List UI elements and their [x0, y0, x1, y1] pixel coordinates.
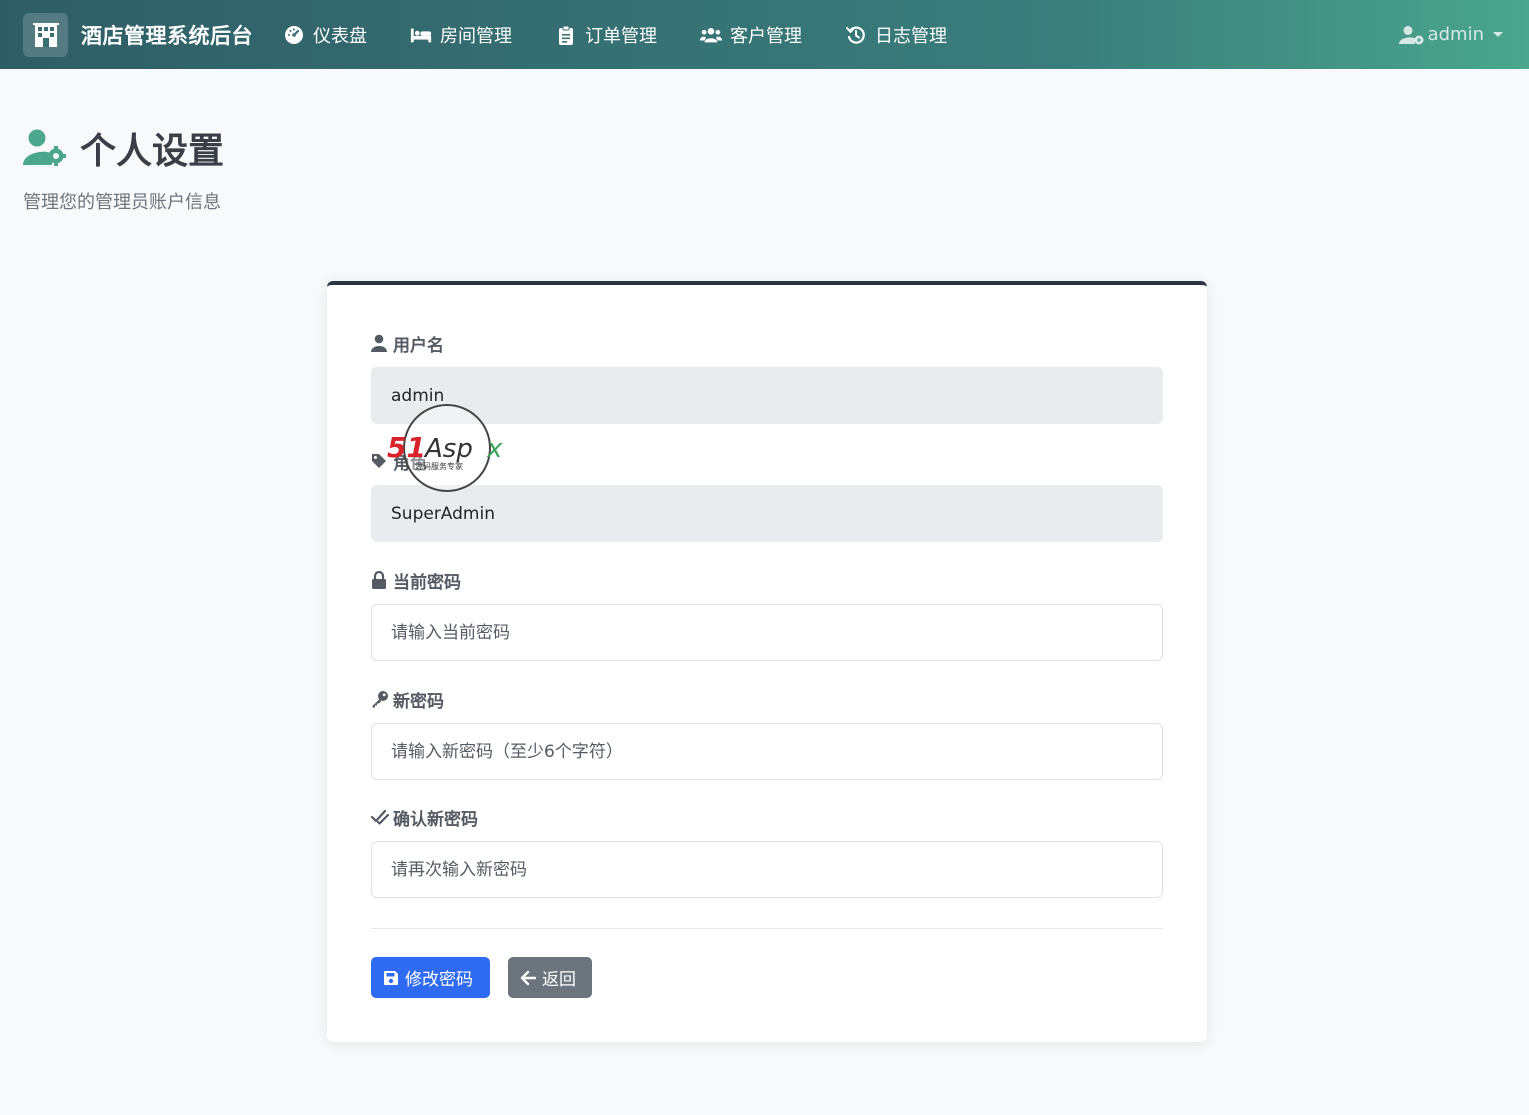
- current-password-input[interactable]: [371, 604, 1163, 661]
- current-password-group: 当前密码: [371, 569, 1163, 661]
- user-settings-icon: [23, 129, 67, 167]
- history-icon: [845, 25, 867, 45]
- user-cog-icon: [1398, 25, 1425, 45]
- bed-icon: [410, 25, 432, 45]
- confirm-password-input[interactable]: [371, 841, 1163, 898]
- double-check-icon: [371, 808, 389, 826]
- new-password-input[interactable]: [371, 723, 1163, 780]
- current-password-label: 当前密码: [371, 569, 1163, 593]
- nav-label-rooms: 房间管理: [440, 25, 512, 47]
- user-menu-dropdown[interactable]: admin: [1398, 0, 1503, 69]
- username-label: 用户名: [371, 332, 1163, 356]
- svg-text:51: 51: [387, 431, 426, 464]
- role-input: [371, 485, 1163, 542]
- new-password-label: 新密码: [371, 688, 1163, 712]
- nav-item-rooms[interactable]: 房间管理: [410, 15, 512, 55]
- nav-item-logs[interactable]: 日志管理: [845, 15, 947, 55]
- back-button[interactable]: 返回: [508, 957, 592, 998]
- nav-item-customers[interactable]: 客户管理: [700, 15, 802, 55]
- watermark-logo: 51 Asp x 源码服务专家: [385, 403, 515, 493]
- user-menu-label: admin: [1427, 24, 1484, 45]
- new-password-label-text: 新密码: [393, 691, 444, 712]
- nav-label-logs: 日志管理: [875, 25, 947, 47]
- caret-down-icon: [1493, 32, 1503, 37]
- username-label-text: 用户名: [393, 335, 444, 356]
- confirm-password-label-text: 确认新密码: [393, 809, 478, 830]
- clipboard-icon: [555, 25, 577, 45]
- gauge-icon: [283, 25, 305, 45]
- users-icon: [700, 25, 722, 45]
- nav-label-orders: 订单管理: [585, 25, 657, 47]
- new-password-group: 新密码: [371, 688, 1163, 780]
- svg-text:x: x: [486, 434, 503, 464]
- svg-text:源码服务专家: 源码服务专家: [415, 461, 463, 471]
- confirm-password-group: 确认新密码: [371, 806, 1163, 898]
- page-subtitle: 管理您的管理员账户信息: [23, 192, 221, 213]
- nav-item-dashboard[interactable]: 仪表盘: [283, 15, 367, 55]
- top-navbar: 酒店管理系统后台 仪表盘 房间管理 订单管理 客户管理 日志管理 admin: [0, 0, 1529, 69]
- change-password-button-label: 修改密码: [405, 970, 473, 990]
- brand-title: 酒店管理系统后台: [81, 23, 253, 48]
- brand[interactable]: 酒店管理系统后台: [23, 12, 253, 57]
- form-divider: [371, 928, 1163, 929]
- change-password-button[interactable]: 修改密码: [371, 957, 490, 998]
- nav-label-customers: 客户管理: [730, 25, 802, 47]
- lock-icon: [371, 571, 389, 589]
- arrow-left-icon: [520, 969, 538, 987]
- page-header: 个人设置 管理您的管理员账户信息: [23, 122, 224, 214]
- page-title: 个人设置: [80, 131, 225, 172]
- current-password-label-text: 当前密码: [393, 572, 461, 593]
- hotel-icon: [23, 12, 68, 57]
- nav-label-dashboard: 仪表盘: [313, 25, 367, 47]
- back-button-label: 返回: [542, 970, 576, 990]
- key-icon: [371, 690, 389, 708]
- profile-settings-card: 用户名 角色 当前密码 新密码: [327, 281, 1207, 1042]
- user-icon: [371, 334, 389, 352]
- save-icon: [383, 969, 401, 987]
- svg-text:Asp: Asp: [423, 434, 473, 464]
- nav-item-orders[interactable]: 订单管理: [555, 15, 657, 55]
- page-title-row: 个人设置: [23, 122, 224, 174]
- main-nav: 仪表盘 房间管理 订单管理 客户管理 日志管理: [283, 15, 990, 55]
- confirm-password-label: 确认新密码: [371, 806, 1163, 830]
